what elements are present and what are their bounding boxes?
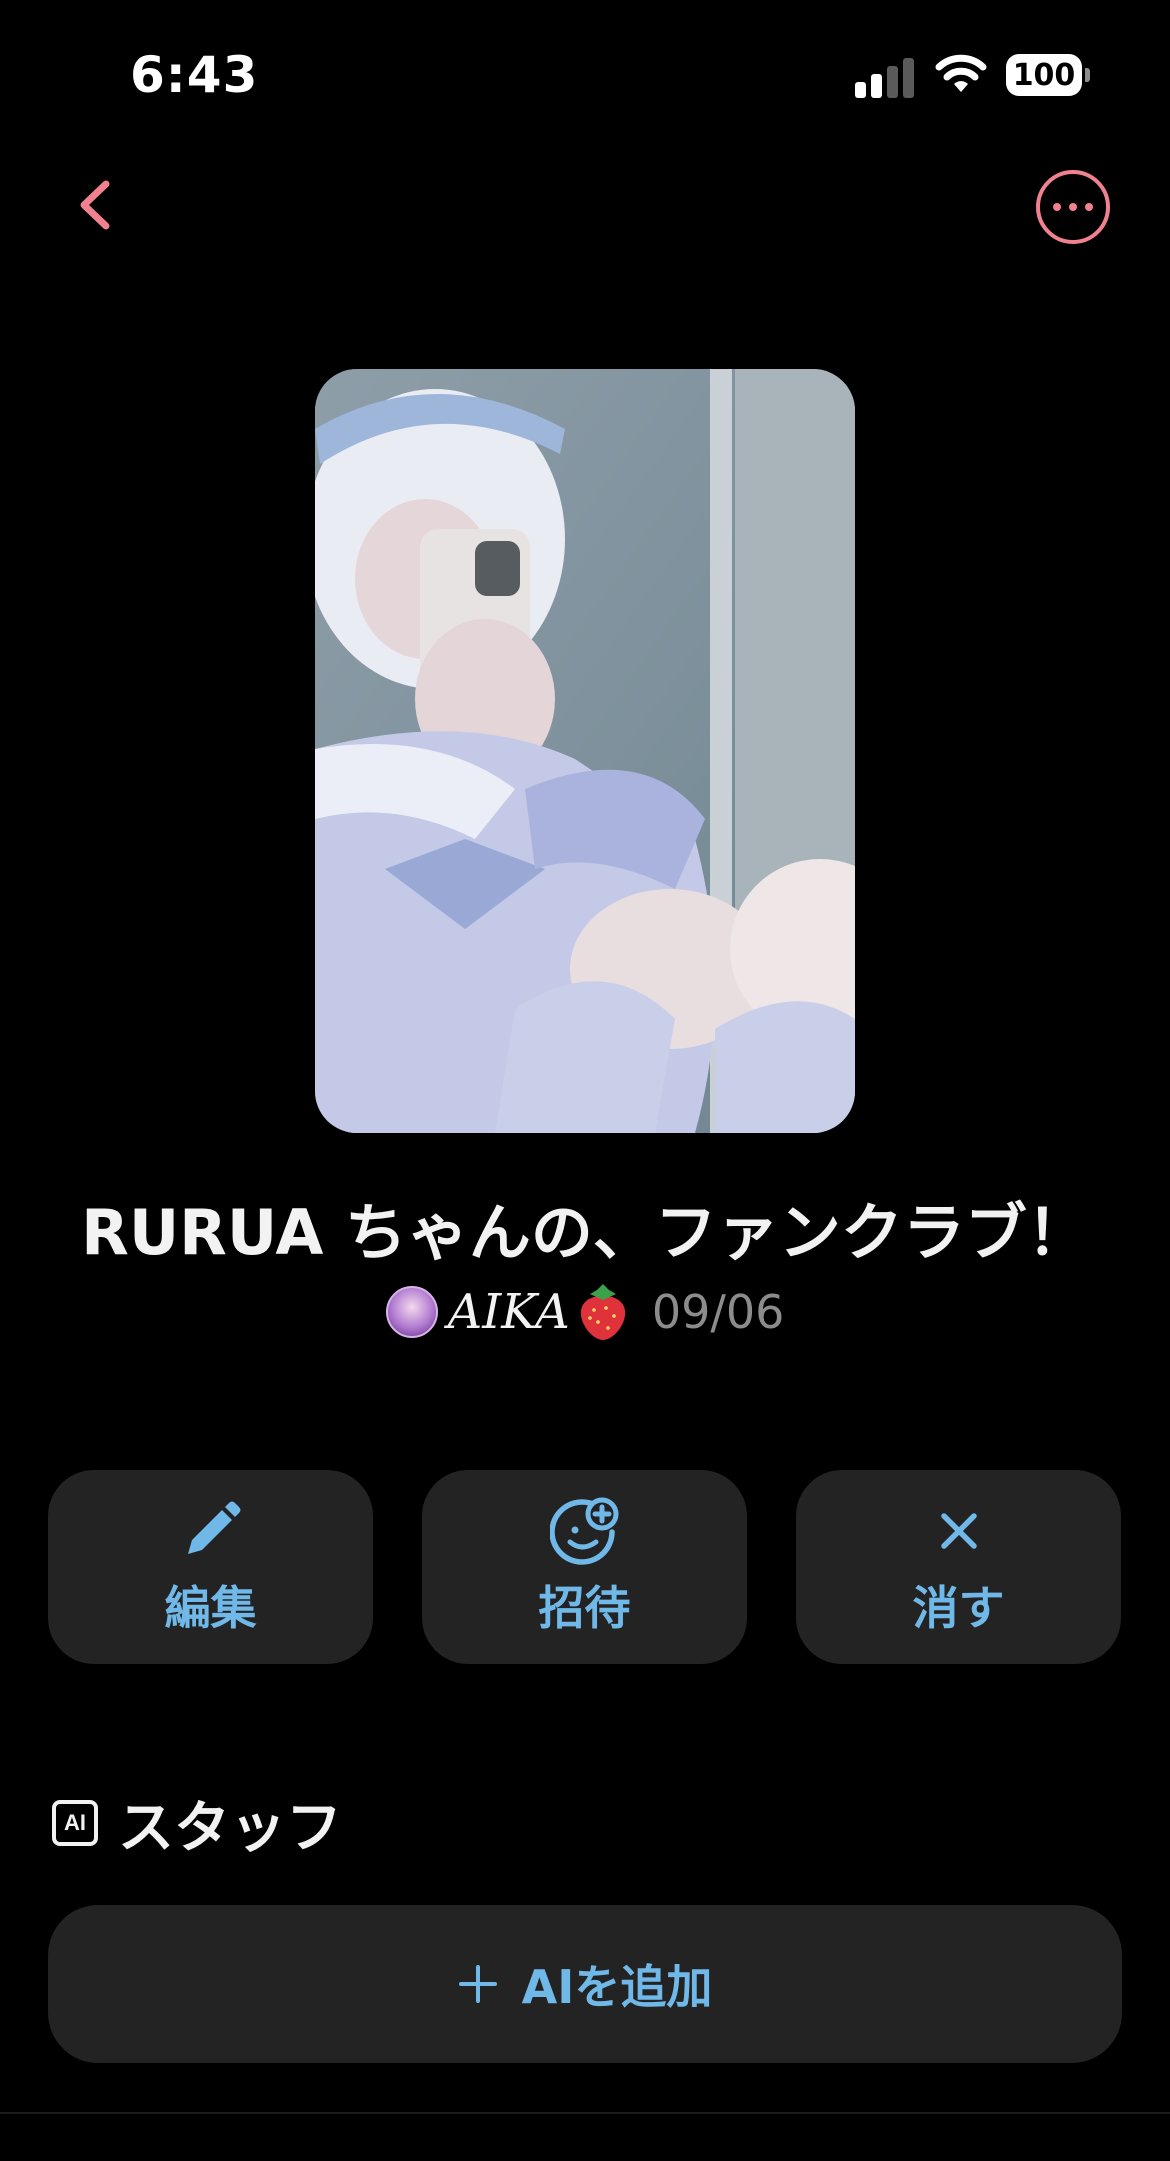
status-time: 6:43 bbox=[130, 46, 259, 104]
battery-indicator: 100 bbox=[1006, 54, 1090, 98]
pencil-icon bbox=[187, 1501, 240, 1554]
strawberry-icon bbox=[580, 1284, 625, 1340]
ai-badge-icon: AI bbox=[52, 1800, 98, 1846]
author-name[interactable]: AIKA bbox=[448, 1284, 570, 1340]
delete-button[interactable]: 消す bbox=[796, 1470, 1121, 1664]
edit-label: 編集 bbox=[164, 1581, 257, 1635]
battery-level: 100 bbox=[1006, 54, 1082, 96]
more-dot-icon bbox=[1085, 203, 1093, 211]
more-dot-icon bbox=[1053, 203, 1061, 211]
plus-icon bbox=[458, 1965, 497, 2003]
club-cover-photo[interactable] bbox=[315, 369, 855, 1133]
close-icon bbox=[940, 1513, 977, 1549]
staff-title: スタッフ bbox=[118, 1795, 342, 1861]
post-date: 09/06 bbox=[651, 1285, 785, 1339]
wifi-icon bbox=[935, 54, 987, 92]
battery-cap bbox=[1085, 68, 1090, 82]
staff-section-header: AI スタッフ bbox=[52, 1788, 342, 1861]
more-dot-icon bbox=[1069, 203, 1077, 211]
edit-button[interactable]: 編集 bbox=[48, 1470, 373, 1664]
club-title: RURUA ちゃんの、ファンクラブ！ bbox=[81, 1196, 1089, 1269]
invite-label: 招待 bbox=[538, 1581, 631, 1635]
bottom-divider bbox=[0, 2112, 1170, 2114]
invite-button[interactable]: 招待 bbox=[422, 1470, 747, 1664]
cover-image bbox=[315, 369, 855, 1133]
author-avatar[interactable] bbox=[385, 1286, 438, 1338]
delete-label: 消す bbox=[912, 1581, 1005, 1635]
add-ai-button[interactable]: AIを追加 bbox=[48, 1905, 1122, 2063]
add-ai-label: AIを追加 bbox=[521, 1960, 713, 2014]
author-row[interactable]: AIKA 09/06 bbox=[0, 1280, 1170, 1344]
more-options-button[interactable] bbox=[1036, 170, 1110, 244]
add-person-smile-icon bbox=[549, 1497, 618, 1565]
cellular-signal-icon bbox=[855, 58, 914, 98]
chevron-left-icon bbox=[80, 180, 110, 230]
back-button[interactable] bbox=[70, 170, 130, 240]
